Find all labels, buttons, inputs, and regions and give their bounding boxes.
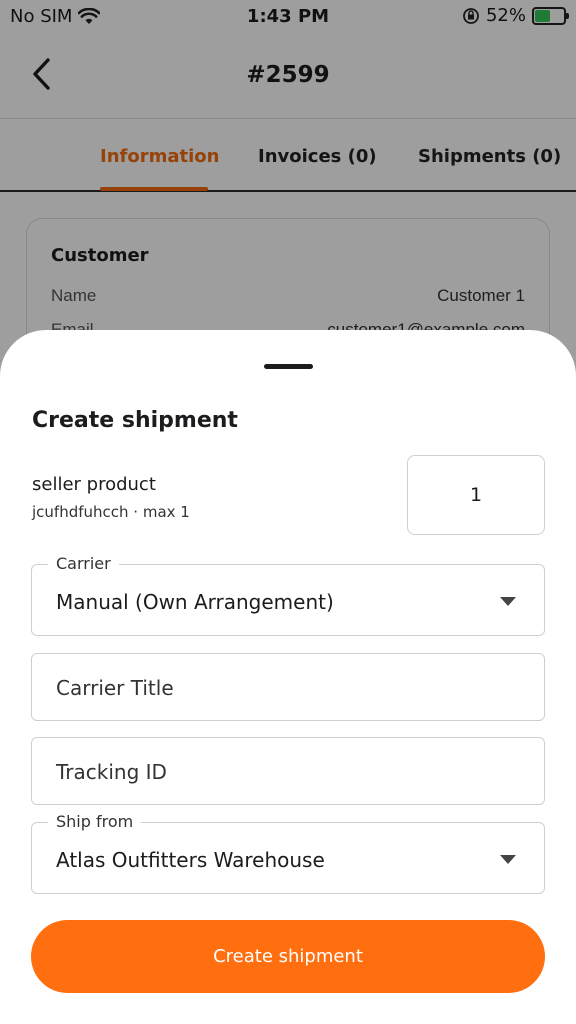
ship-from-label: Ship from [48, 812, 142, 831]
create-shipment-button[interactable]: Create shipment [31, 920, 545, 993]
product-info: seller product jcufhdfuhcch · max 1 [32, 474, 190, 521]
sheet-drag-handle[interactable] [264, 364, 313, 369]
carrier-dropdown-icon [500, 597, 516, 606]
sheet-title: Create shipment [32, 408, 238, 433]
ship-from-dropdown-icon [500, 855, 516, 864]
product-name: seller product [32, 474, 156, 495]
ship-from-select[interactable]: Ship from Atlas Outfitters Warehouse [31, 812, 545, 894]
quantity-input[interactable]: 1 [407, 455, 545, 535]
carrier-title-input[interactable]: Carrier Title [31, 653, 545, 721]
carrier-select-label: Carrier [48, 554, 119, 573]
tracking-id-placeholder: Tracking ID [56, 760, 167, 784]
carrier-title-placeholder: Carrier Title [56, 676, 174, 700]
product-meta: jcufhdfuhcch · max 1 [32, 503, 190, 521]
carrier-select[interactable]: Carrier Manual (Own Arrangement) [31, 554, 545, 636]
tracking-id-input[interactable]: Tracking ID [31, 737, 545, 805]
create-shipment-sheet: Create shipment seller product jcufhdfuh… [0, 330, 576, 1024]
ship-from-value: Atlas Outfitters Warehouse [56, 848, 325, 872]
carrier-select-value: Manual (Own Arrangement) [56, 590, 334, 614]
